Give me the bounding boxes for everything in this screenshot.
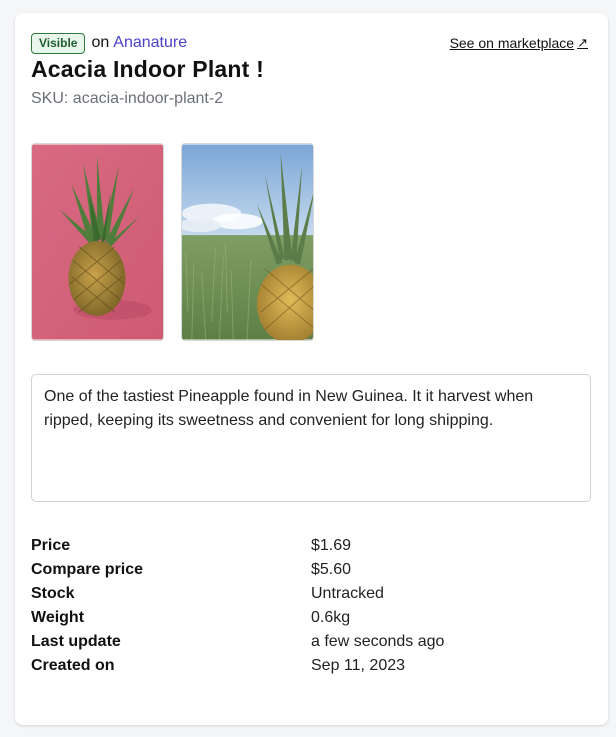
visibility-badge: Visible [31,32,86,54]
product-description-field[interactable]: One of the tastiest Pineapple found in N… [31,374,591,502]
pineapple-pink-background-photo [32,144,163,340]
spec-value: Untracked [311,585,384,602]
spec-label: Weight [31,609,85,626]
spec-label: Compare price [31,561,144,578]
product-card: Visible on Ananature See on marketplace … [15,13,608,725]
store-link[interactable]: Ananature [113,34,187,52]
product-image-1[interactable] [31,143,164,341]
spec-label: Last update [31,633,121,650]
product-header-line: Visible on Ananature See on marketplace … [31,32,588,54]
spec-value: a few seconds ago [311,633,445,650]
spec-row-price: Price $1.69 [31,534,591,558]
spec-row-last-update: Last update a few seconds ago [31,630,591,654]
spec-label: Price [31,537,71,554]
spec-row-created-on: Created on Sep 11, 2023 [31,654,591,678]
spec-value: $5.60 [311,561,352,578]
spec-row-compare-price: Compare price $5.60 [31,558,591,582]
on-label: on [91,34,110,51]
product-specs: Price $1.69 Compare price $5.60 Stock Un… [31,534,591,678]
spec-label: Stock [31,585,75,602]
see-on-marketplace-link[interactable]: See on marketplace ↗ [450,35,588,51]
see-on-marketplace-label: See on marketplace [449,35,575,51]
spec-value: Sep 11, 2023 [311,657,406,674]
pineapple-grass-field-photo [182,144,313,340]
product-sku: SKU: acacia-indoor-plant-2 [31,90,224,107]
spec-row-stock: Stock Untracked [31,582,591,606]
spec-value: 0.6kg [311,609,351,626]
spec-value: $1.69 [311,537,352,554]
spec-row-weight: Weight 0.6kg [31,606,591,630]
arrow-up-right-icon: ↗ [577,35,588,50]
product-image-2[interactable] [181,143,314,341]
product-title: Acacia Indoor Plant ! [31,56,264,82]
spec-label: Created on [31,657,115,674]
